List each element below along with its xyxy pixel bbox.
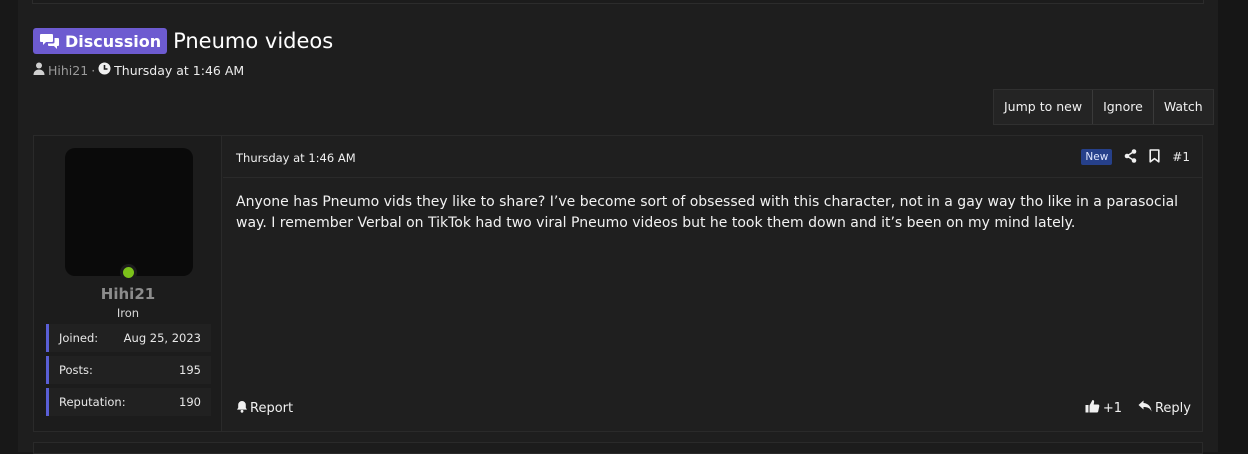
thread-author-link[interactable]: Hihi21: [48, 63, 88, 78]
watch-button[interactable]: Watch: [1154, 90, 1213, 124]
like-button[interactable]: +1: [1085, 399, 1122, 417]
stat-reputation: Reputation: 190: [46, 388, 211, 416]
jump-to-new-button[interactable]: Jump to new: [994, 90, 1094, 124]
user-rank: Iron: [116, 306, 140, 320]
page-title: Pneumo videos: [173, 29, 334, 53]
new-badge: New: [1081, 149, 1113, 165]
thumbs-up-icon: [1085, 399, 1100, 417]
stat-value: 190: [179, 395, 201, 409]
bell-icon: [236, 400, 248, 417]
online-status-indicator: [120, 264, 137, 281]
reply-label: Reply: [1154, 400, 1191, 416]
post-user-cell: Hihi21 Iron Joined: Aug 25, 2023 Posts: …: [34, 136, 222, 431]
post-header-actions: New #1: [1081, 148, 1190, 166]
avatar[interactable]: [65, 148, 193, 276]
reply-icon: [1138, 400, 1152, 416]
post-header: Thursday at 1:46 AM New #1: [223, 136, 1202, 178]
post-message-cell: Thursday at 1:46 AM New #1 Anyone has Pn…: [223, 136, 1202, 431]
stat-label: Posts:: [59, 363, 93, 377]
report-button[interactable]: Report: [236, 400, 293, 417]
reaction-count: +1: [1102, 400, 1122, 416]
stat-posts: Posts: 195: [46, 356, 211, 384]
thread-date-link[interactable]: Thursday at 1:46 AM: [114, 63, 244, 78]
post: Hihi21 Iron Joined: Aug 25, 2023 Posts: …: [33, 135, 1203, 432]
stat-value: 195: [179, 363, 201, 377]
stat-label: Reputation:: [59, 395, 126, 409]
scrollbar-track[interactable]: [1218, 0, 1248, 452]
meta-separator: ·: [91, 62, 96, 78]
post-number-link[interactable]: #1: [1172, 150, 1190, 164]
ignore-button[interactable]: Ignore: [1093, 90, 1154, 124]
next-post: [33, 442, 1203, 454]
share-icon[interactable]: [1124, 148, 1137, 167]
post-body: Anyone has Pneumo vids they like to shar…: [236, 194, 1179, 231]
reply-button[interactable]: Reply: [1138, 400, 1191, 416]
prefix-badge[interactable]: Discussion: [33, 28, 168, 54]
prefix-label: Discussion: [65, 31, 162, 51]
post-date-link[interactable]: Thursday at 1:46 AM: [236, 151, 356, 165]
thread-meta: Hihi21 · Thursday at 1:46 AM: [33, 62, 244, 78]
post-footer: Report +1 Reply: [236, 398, 1191, 418]
previous-block: [32, 0, 1204, 4]
clock-icon: [98, 62, 111, 78]
bookmark-icon[interactable]: [1149, 148, 1160, 167]
stat-joined: Joined: Aug 25, 2023: [46, 324, 211, 352]
stat-value: Aug 25, 2023: [123, 331, 201, 345]
comments-icon: [40, 33, 60, 50]
report-label: Report: [250, 400, 294, 416]
post-username[interactable]: Hihi21: [34, 285, 222, 303]
post-footer-left: Report: [236, 400, 293, 417]
stat-label: Joined:: [59, 331, 99, 345]
thread-content: Discussion Pneumo videos Hihi21 · Thursd…: [18, 0, 1218, 454]
thread-actions: Jump to new Ignore Watch: [993, 89, 1214, 125]
user-icon: [33, 62, 45, 78]
user-stats: Joined: Aug 25, 2023 Posts: 195 Reputati…: [46, 324, 211, 420]
thread-title-row: Discussion Pneumo videos: [33, 28, 333, 54]
post-footer-right: +1 Reply: [1085, 399, 1191, 417]
